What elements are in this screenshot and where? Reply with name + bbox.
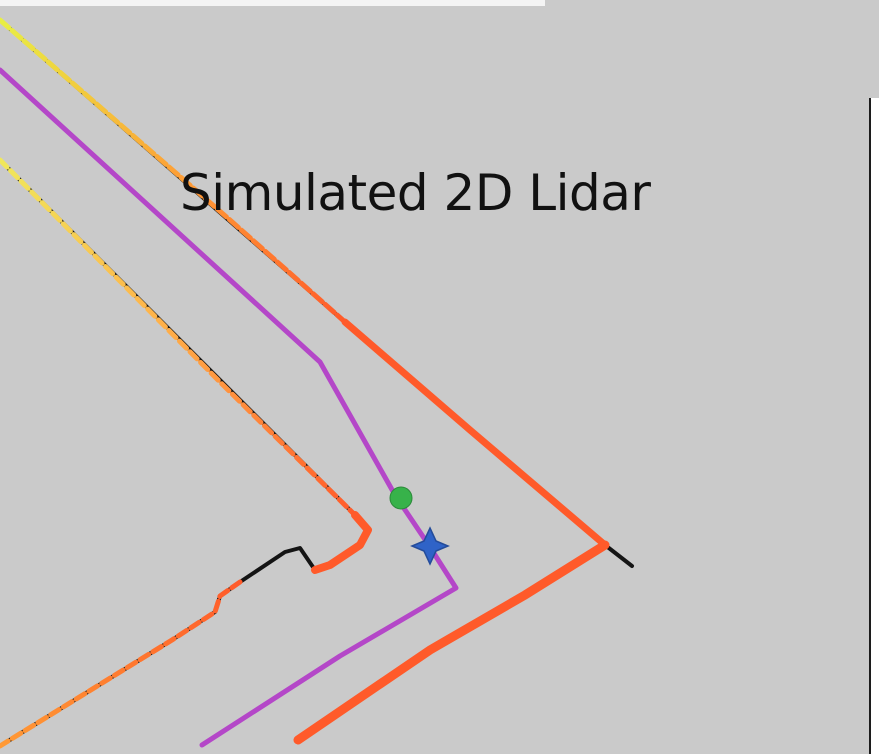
lidar-scan-lower-wall <box>0 157 372 749</box>
blue-robot-icon <box>410 526 450 566</box>
lidar-map-canvas <box>0 17 634 749</box>
lidar-scan-right-diagonal <box>293 540 610 745</box>
wall-outline-lower <box>0 158 370 748</box>
green-dot-goal-icon <box>389 486 413 510</box>
slide-title: Simulated 2D Lidar <box>180 164 651 222</box>
lidar-visualization-frame: Simulated 2D Lidar <box>0 0 879 754</box>
